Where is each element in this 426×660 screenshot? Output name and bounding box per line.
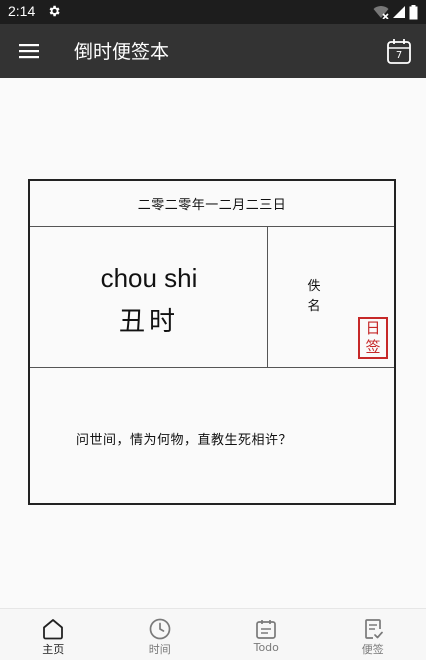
note-check-icon [364,619,383,639]
todo-calendar-icon [256,620,277,639]
author-name: 佚 名 [306,277,322,317]
nav-item-home[interactable]: 主页 [0,609,107,660]
author-char-2: 名 [307,299,321,314]
seal-stamp: 日 签 [358,317,388,359]
nav-label-notes: 便签 [361,643,384,656]
status-bar: 2:14 [0,0,426,24]
nav-label-home: 主页 [42,643,65,656]
nav-item-todo[interactable]: Todo [213,609,320,660]
menu-icon[interactable] [17,39,41,63]
home-icon [43,619,64,640]
battery-icon [409,4,418,19]
status-indicators [373,4,418,20]
calendar-button[interactable]: 7 [386,37,412,65]
hour-name: 丑时 [118,307,179,337]
seal-char-2: 签 [365,338,381,356]
nav-label-time: 时间 [148,643,171,656]
clock-icon [149,618,171,640]
daily-card: 二零二零年一二月二三日 chou shi 丑时 佚 名 日 签 问世间，情为何物… [28,179,396,505]
nav-item-notes[interactable]: 便签 [320,609,426,660]
card-quote: 问世间，情为何物，直教生死相许？ [76,433,293,448]
author-panel: 佚 名 日 签 [268,227,394,367]
wifi-off-icon [373,6,389,19]
bottom-nav: 主页 时间 Todo 便签 [0,608,426,660]
hour-pinyin: chou shi [100,263,198,293]
author-char-1: 佚 [307,279,321,294]
app-title: 倒时便签本 [74,41,170,63]
signal-icon [393,6,405,18]
main-content: 二零二零年一二月二三日 chou shi 丑时 佚 名 日 签 问世间，情为何物… [0,78,426,608]
calendar-day-number: 7 [395,50,403,61]
settings-gear-icon [49,5,60,17]
status-time: 2:14 [8,3,36,19]
seal-char-1: 日 [365,319,381,337]
card-date: 二零二零年一二月二三日 [30,181,394,227]
nav-label-todo: Todo [253,641,279,654]
nav-item-time[interactable]: 时间 [107,609,214,660]
divider [30,367,394,368]
app-bar: 倒时便签本 7 [0,24,426,78]
hour-panel: chou shi 丑时 [30,227,268,367]
